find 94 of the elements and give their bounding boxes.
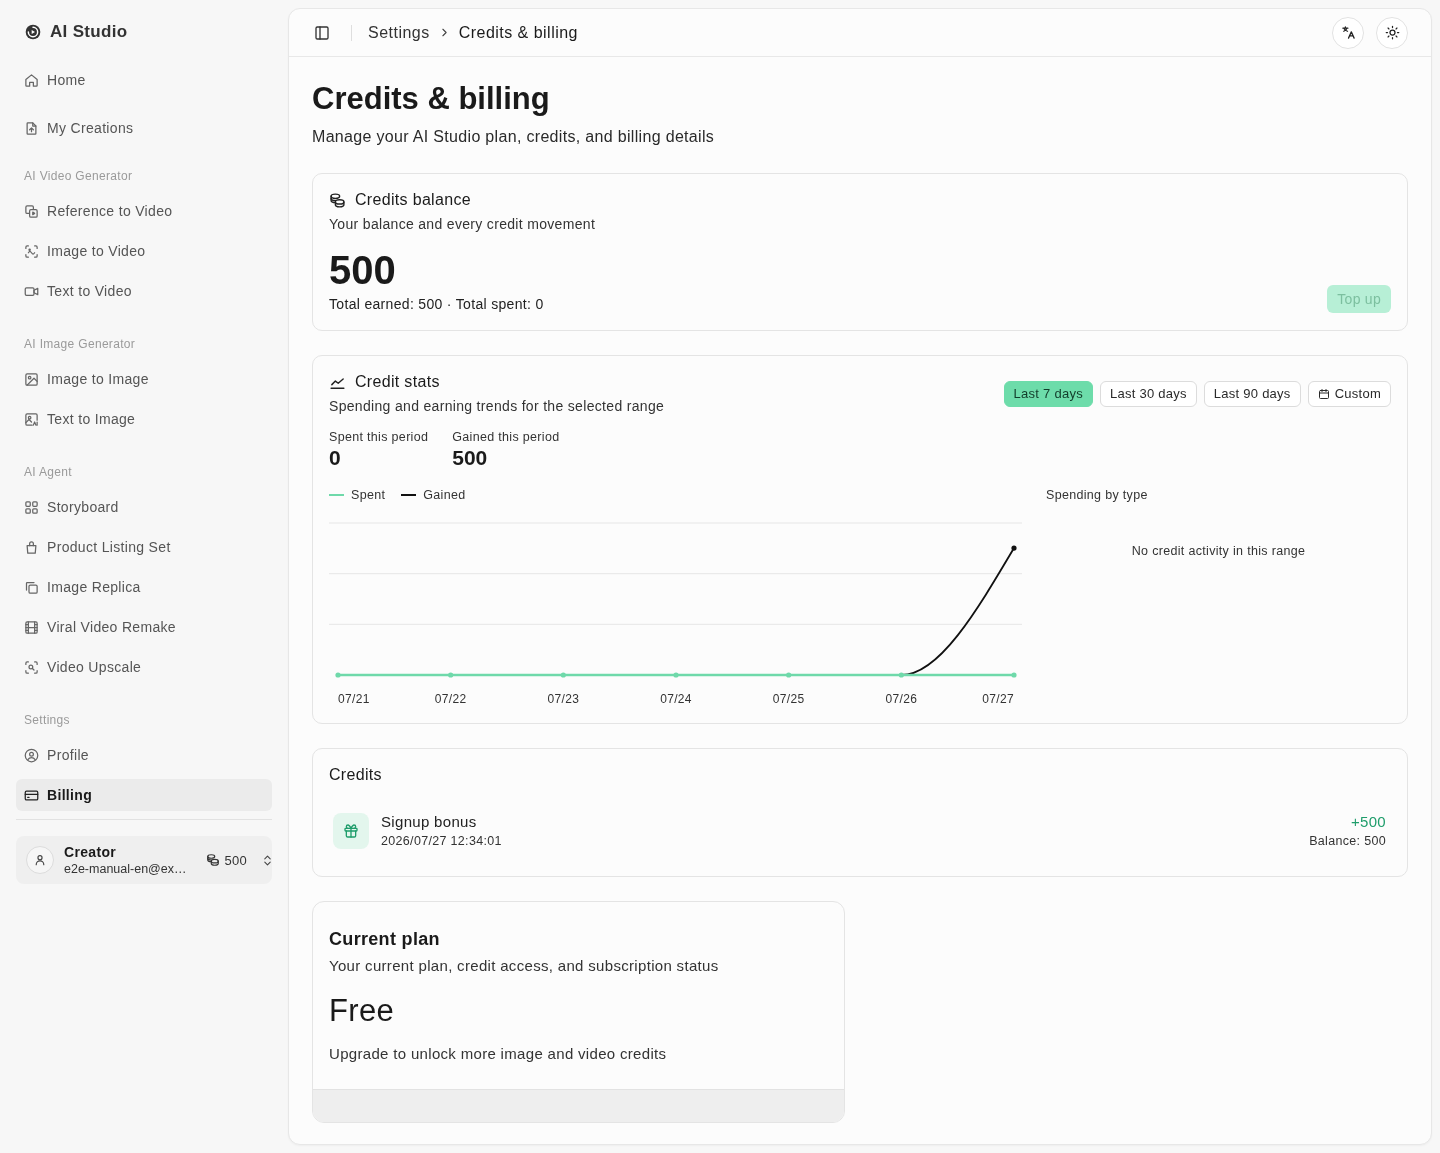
nav-link[interactable]: Image to Video	[16, 235, 272, 267]
panel-title: Spending by type	[1046, 487, 1148, 503]
stat-label: Gained this period	[452, 429, 560, 445]
axis-label: 07/25	[772, 692, 805, 706]
breadcrumb-link[interactable]: Settings	[368, 23, 430, 42]
film-icon	[24, 619, 39, 635]
stat-value: 500	[452, 445, 488, 471]
home-icon	[24, 72, 39, 88]
legend-label: Spent	[351, 488, 386, 502]
layers-play-icon	[24, 203, 39, 219]
avatar-icon	[26, 846, 54, 874]
card-title: Current plan	[329, 928, 440, 951]
card-title: Credit stats	[355, 372, 440, 392]
balance-value: 500	[329, 248, 397, 292]
axis-label: 07/21	[338, 692, 370, 706]
range-button[interactable]: Custom	[1307, 380, 1391, 407]
legend-label: Gained	[423, 488, 466, 502]
data-point	[1011, 672, 1017, 678]
nav-link[interactable]: Video Upscale	[16, 651, 272, 683]
data-point	[448, 672, 454, 678]
card-subtitle: Your current plan, credit access, and subscription status	[329, 956, 719, 976]
nav-link[interactable]: Product Listing Set	[16, 531, 272, 563]
section-title: AI Video Generator	[23, 168, 134, 184]
stat-value: 0	[329, 445, 341, 471]
card-title: Credits balance	[355, 190, 471, 210]
brand-name: AI Studio	[50, 22, 128, 42]
nav-link[interactable]: Storyboard	[16, 491, 272, 523]
axis-label: 07/23	[547, 692, 580, 706]
range-button[interactable]: Last 7 days	[1003, 380, 1093, 407]
scan-frame-icon	[24, 243, 39, 259]
section-title: AI Image Generator	[23, 336, 137, 352]
entry-amount: +500	[1350, 812, 1386, 832]
page-title: Credits & billing	[312, 80, 551, 118]
sidebar-toggle-icon	[314, 24, 330, 41]
axis-label: 07/27	[982, 692, 1014, 706]
nav-link[interactable]: Home	[16, 64, 272, 96]
credit-card-icon	[24, 787, 39, 803]
image-icon	[24, 371, 39, 387]
translate-icon	[1340, 25, 1356, 40]
data-point	[560, 672, 566, 678]
data-point	[673, 672, 679, 678]
coins-icon	[329, 191, 346, 209]
grid-icon	[24, 499, 39, 515]
stat-label: Spent this period	[329, 429, 429, 445]
data-point	[335, 672, 341, 678]
axis-label: 07/24	[660, 692, 692, 706]
credit-count: 500	[224, 852, 248, 868]
entry-title: Signup bonus	[381, 812, 477, 832]
scan-search-icon	[24, 659, 39, 675]
sun-icon	[1384, 25, 1400, 40]
section-title: Settings	[23, 712, 71, 728]
card-subtitle: Your balance and every credit movement	[329, 215, 597, 234]
page-subtitle: Manage your AI Studio plan, credits, and billing details	[312, 127, 716, 147]
data-point	[1011, 545, 1017, 551]
card-subtitle: Spending and earning trends for the selected range	[329, 397, 665, 416]
user-circle-icon	[24, 747, 39, 763]
nav-link[interactable]: Billing	[16, 779, 272, 811]
gift-icon	[333, 813, 369, 849]
plan-name: Free	[329, 993, 394, 1029]
data-point	[898, 672, 904, 678]
nav-link[interactable]: Image Replica	[16, 571, 272, 603]
entry-time: 2026/07/27 12:34:01	[381, 833, 502, 850]
image-icon	[24, 411, 39, 427]
nav-link[interactable]: Image to Image	[16, 363, 272, 395]
theme-button[interactable]	[1376, 16, 1408, 49]
logo-icon	[25, 24, 41, 40]
section-title: AI Agent	[23, 464, 73, 480]
axis-label: 07/22	[434, 692, 467, 706]
user-email: e2e-manual-en@ex…	[64, 860, 187, 878]
empty-state-text: No credit activity in this range	[1131, 543, 1306, 559]
data-point	[786, 672, 792, 678]
range-button[interactable]: Last 90 days	[1203, 380, 1301, 407]
nav-link[interactable]: Viral Video Remake	[16, 611, 272, 643]
user-name: Creator	[64, 842, 117, 861]
coins-icon	[206, 853, 221, 867]
card-title: Credits	[329, 765, 382, 785]
sidebar-toggle-button[interactable]	[314, 24, 330, 41]
shopping-bag-icon	[24, 539, 39, 555]
language-button[interactable]	[1332, 16, 1364, 49]
copy-icon	[24, 579, 39, 595]
nav-link[interactable]: Text to Image	[16, 403, 272, 435]
entry-balance: Balance: 500	[1309, 833, 1386, 850]
range-button[interactable]: Last 30 days	[1099, 380, 1197, 407]
totals-text: Total earned: 500 · Total spent: 0	[329, 295, 544, 314]
plan-note: Upgrade to unlock more image and video credits	[329, 1044, 667, 1064]
file-upload-icon	[24, 120, 39, 136]
nav-link[interactable]: Text to Video	[16, 275, 272, 307]
breadcrumb-current: Credits & billing	[458, 23, 578, 42]
nav-link[interactable]: My Creations	[16, 112, 272, 144]
calendar-icon	[1317, 387, 1330, 400]
account-card[interactable]: Creator e2e-manual-en@ex… 500	[16, 836, 272, 884]
nav-link[interactable]: Profile	[16, 739, 272, 771]
axis-label: 07/26	[885, 692, 918, 706]
nav-link[interactable]: Reference to Video	[16, 195, 272, 227]
